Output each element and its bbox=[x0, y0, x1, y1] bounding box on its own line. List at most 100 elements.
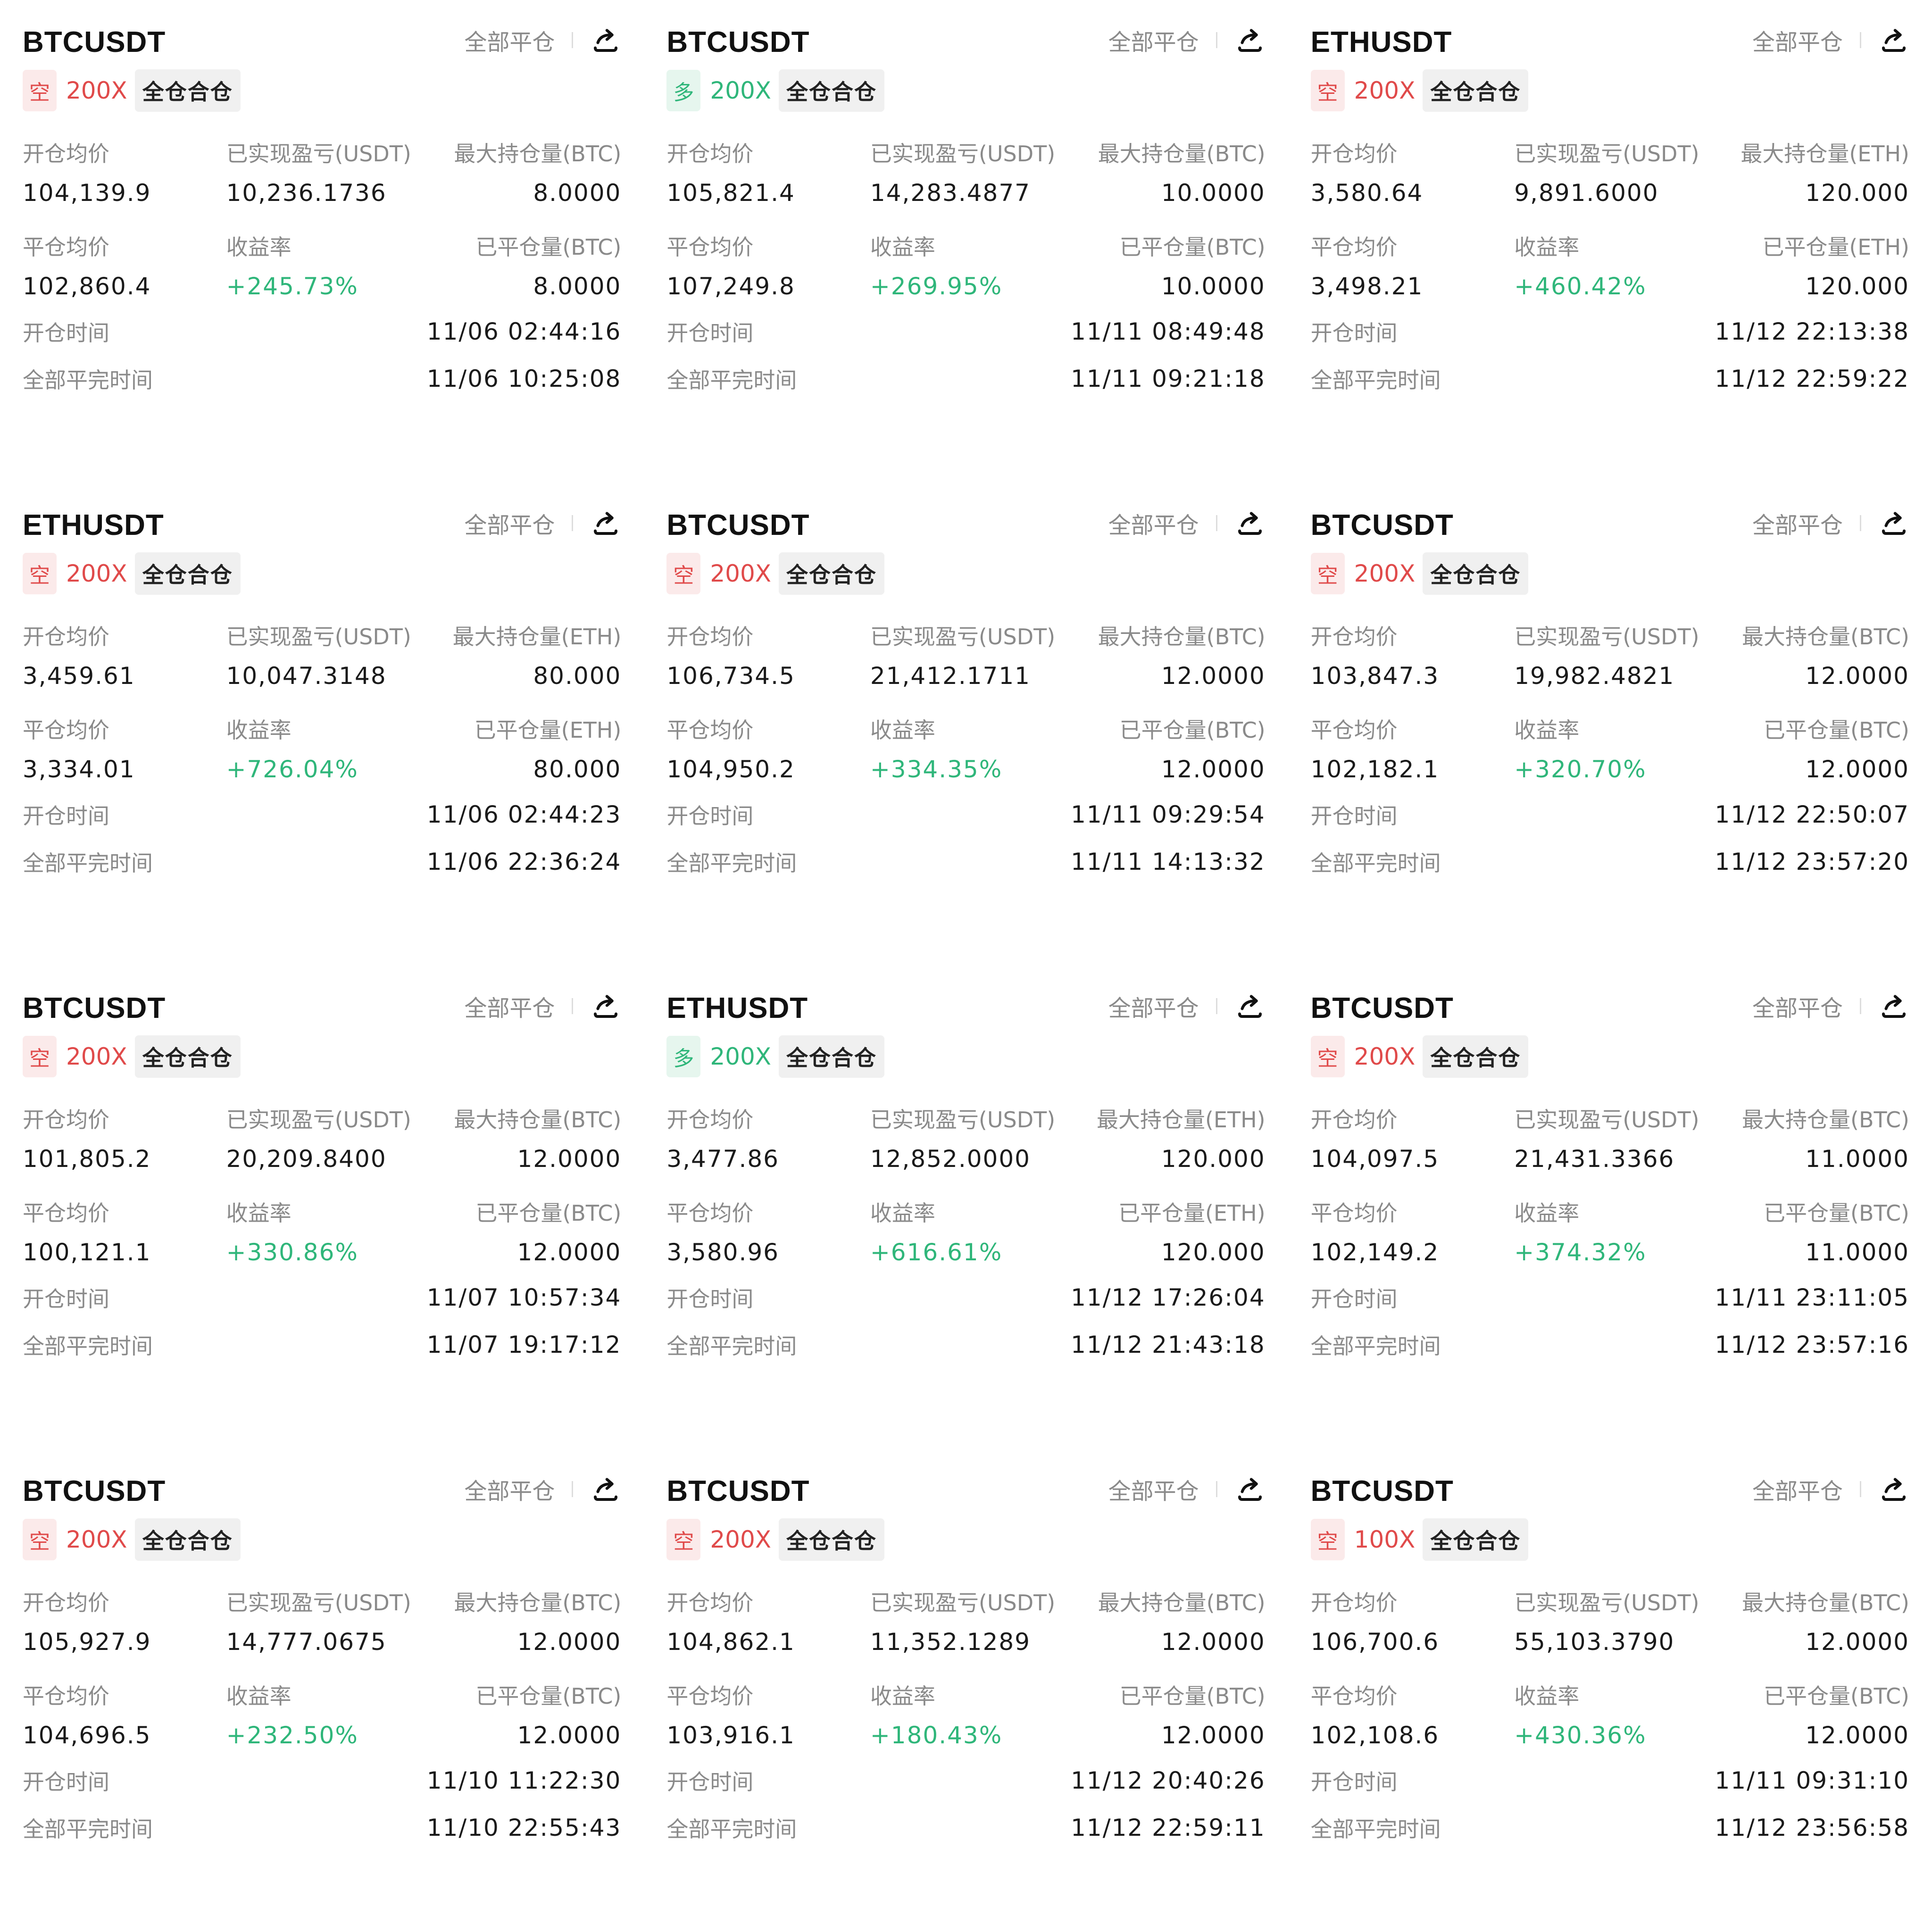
closed-qty-label: 已平仓量(ETH) bbox=[474, 717, 622, 743]
realized-pnl-value: 20,209.8400 bbox=[226, 1145, 387, 1173]
max-position-label: 最大持仓量(BTC) bbox=[454, 1590, 622, 1616]
share-icon[interactable] bbox=[1878, 25, 1909, 56]
open-time-value: 11/07 10:57:34 bbox=[426, 1284, 622, 1311]
divider bbox=[1216, 515, 1217, 531]
max-position-label: 最大持仓量(ETH) bbox=[452, 624, 622, 650]
close-all-button[interactable]: 全部平仓 bbox=[1752, 990, 1843, 1023]
close-all-button[interactable]: 全部平仓 bbox=[1752, 507, 1843, 540]
close-time-value: 11/06 10:25:08 bbox=[426, 365, 622, 392]
close-avg-label: 平仓均价 bbox=[666, 1683, 754, 1709]
realized-pnl-value: 11,352.1289 bbox=[870, 1628, 1031, 1656]
position-card: ETHUSDT 全部平仓 空 200X 全仓合仓 开仓均价 3,580.64 已… bbox=[1288, 0, 1932, 483]
open-avg-label: 开仓均价 bbox=[666, 1107, 754, 1133]
close-all-button[interactable]: 全部平仓 bbox=[464, 1473, 555, 1506]
close-time-label: 全部平完时间 bbox=[23, 1816, 153, 1842]
margin-mode-badge: 全仓合仓 bbox=[134, 1518, 241, 1561]
max-position-label: 最大持仓量(ETH) bbox=[1740, 141, 1909, 167]
close-time-value: 11/12 22:59:22 bbox=[1715, 365, 1909, 392]
leverage-badge: 200X bbox=[66, 1526, 127, 1553]
close-time-label: 全部平完时间 bbox=[1310, 367, 1441, 393]
close-all-button[interactable]: 全部平仓 bbox=[1752, 1473, 1843, 1506]
side-badge: 空 bbox=[666, 553, 701, 594]
close-avg-value: 104,696.5 bbox=[23, 1722, 151, 1749]
share-icon[interactable] bbox=[1234, 1474, 1266, 1505]
realized-pnl-label: 已实现盈亏(USDT) bbox=[1514, 141, 1699, 167]
realized-pnl-label: 已实现盈亏(USDT) bbox=[870, 1107, 1056, 1133]
share-icon[interactable] bbox=[1234, 508, 1266, 539]
max-position-label: 最大持仓量(ETH) bbox=[1096, 1107, 1266, 1133]
open-avg-label: 开仓均价 bbox=[666, 624, 754, 650]
close-time-label: 全部平完时间 bbox=[23, 1333, 153, 1359]
symbol-title: ETHUSDT bbox=[666, 992, 808, 1024]
open-time-label: 开仓时间 bbox=[666, 320, 754, 346]
roi-label: 收益率 bbox=[1514, 1200, 1580, 1226]
margin-mode-badge: 全仓合仓 bbox=[134, 552, 241, 595]
position-card: BTCUSDT 全部平仓 空 200X 全仓合仓 开仓均价 104,139.9 bbox=[0, 0, 644, 483]
share-icon[interactable] bbox=[1878, 991, 1909, 1022]
close-all-button[interactable]: 全部平仓 bbox=[1108, 1473, 1199, 1506]
closed-qty-label: 已平仓量(BTC) bbox=[475, 1200, 622, 1226]
close-avg-value: 102,182.1 bbox=[1310, 756, 1440, 783]
share-icon[interactable] bbox=[1234, 991, 1266, 1022]
close-all-button[interactable]: 全部平仓 bbox=[1108, 990, 1199, 1023]
leverage-badge: 200X bbox=[710, 77, 772, 104]
open-time-value: 11/10 11:22:30 bbox=[426, 1767, 622, 1794]
close-all-button[interactable]: 全部平仓 bbox=[464, 990, 555, 1023]
symbol-title: ETHUSDT bbox=[1310, 26, 1452, 58]
margin-mode-badge: 全仓合仓 bbox=[779, 69, 885, 112]
leverage-badge: 200X bbox=[1354, 1043, 1416, 1070]
close-avg-value: 3,498.21 bbox=[1310, 273, 1424, 300]
max-position-label: 最大持仓量(BTC) bbox=[1098, 624, 1266, 650]
close-time-value: 11/11 09:21:18 bbox=[1071, 365, 1266, 392]
closed-qty-label: 已平仓量(ETH) bbox=[1118, 1200, 1266, 1226]
close-avg-label: 平仓均价 bbox=[23, 234, 109, 260]
closed-qty-value: 80.000 bbox=[533, 756, 622, 783]
share-icon[interactable] bbox=[1878, 508, 1909, 539]
close-all-button[interactable]: 全部平仓 bbox=[464, 507, 555, 540]
share-icon[interactable] bbox=[590, 508, 621, 539]
leverage-badge: 200X bbox=[710, 560, 772, 587]
close-all-button[interactable]: 全部平仓 bbox=[1108, 507, 1199, 540]
close-time-value: 11/06 22:36:24 bbox=[426, 848, 622, 875]
max-position-label: 最大持仓量(BTC) bbox=[454, 141, 622, 167]
close-all-button[interactable]: 全部平仓 bbox=[464, 24, 555, 57]
divider bbox=[572, 32, 574, 48]
close-avg-value: 102,149.2 bbox=[1310, 1239, 1440, 1266]
leverage-badge: 200X bbox=[66, 1043, 127, 1070]
share-icon[interactable] bbox=[1234, 25, 1266, 56]
open-avg-label: 开仓均价 bbox=[1310, 1107, 1398, 1133]
close-all-button[interactable]: 全部平仓 bbox=[1752, 24, 1843, 57]
leverage-badge: 200X bbox=[710, 1043, 772, 1070]
roi-label: 收益率 bbox=[870, 234, 935, 260]
margin-mode-badge: 全仓合仓 bbox=[134, 1035, 241, 1078]
max-position-value: 10.0000 bbox=[1161, 179, 1266, 207]
share-icon[interactable] bbox=[590, 991, 621, 1022]
roi-label: 收益率 bbox=[870, 717, 935, 743]
roi-label: 收益率 bbox=[870, 1683, 935, 1709]
side-badge: 多 bbox=[666, 1036, 701, 1077]
close-time-label: 全部平完时间 bbox=[1310, 1816, 1441, 1842]
close-avg-label: 平仓均价 bbox=[1310, 1683, 1398, 1709]
closed-qty-label: 已平仓量(BTC) bbox=[1764, 1683, 1909, 1709]
realized-pnl-label: 已实现盈亏(USDT) bbox=[226, 1107, 411, 1133]
closed-qty-value: 12.0000 bbox=[517, 1722, 622, 1749]
share-icon[interactable] bbox=[590, 25, 621, 56]
share-icon[interactable] bbox=[1878, 1474, 1909, 1505]
open-avg-label: 开仓均价 bbox=[666, 141, 754, 167]
open-avg-label: 开仓均价 bbox=[1310, 1590, 1398, 1616]
open-avg-label: 开仓均价 bbox=[666, 1590, 754, 1616]
roi-value: +726.04% bbox=[226, 756, 358, 783]
position-card: BTCUSDT 全部平仓 空 100X 全仓合仓 开仓均价 106,700.6 bbox=[1288, 1449, 1932, 1932]
share-icon[interactable] bbox=[590, 1474, 621, 1505]
open-avg-value: 104,862.1 bbox=[666, 1628, 795, 1656]
close-all-button[interactable]: 全部平仓 bbox=[1108, 24, 1199, 57]
realized-pnl-value: 21,412.1711 bbox=[870, 662, 1031, 690]
roi-value: +330.86% bbox=[226, 1239, 358, 1266]
roi-label: 收益率 bbox=[226, 234, 291, 260]
open-time-label: 开仓时间 bbox=[1310, 1769, 1398, 1795]
realized-pnl-label: 已实现盈亏(USDT) bbox=[226, 1590, 411, 1616]
open-time-value: 11/12 20:40:26 bbox=[1071, 1767, 1266, 1794]
max-position-value: 120.000 bbox=[1161, 1145, 1266, 1173]
margin-mode-badge: 全仓合仓 bbox=[1423, 69, 1529, 112]
close-time-value: 11/12 23:57:20 bbox=[1715, 848, 1909, 875]
